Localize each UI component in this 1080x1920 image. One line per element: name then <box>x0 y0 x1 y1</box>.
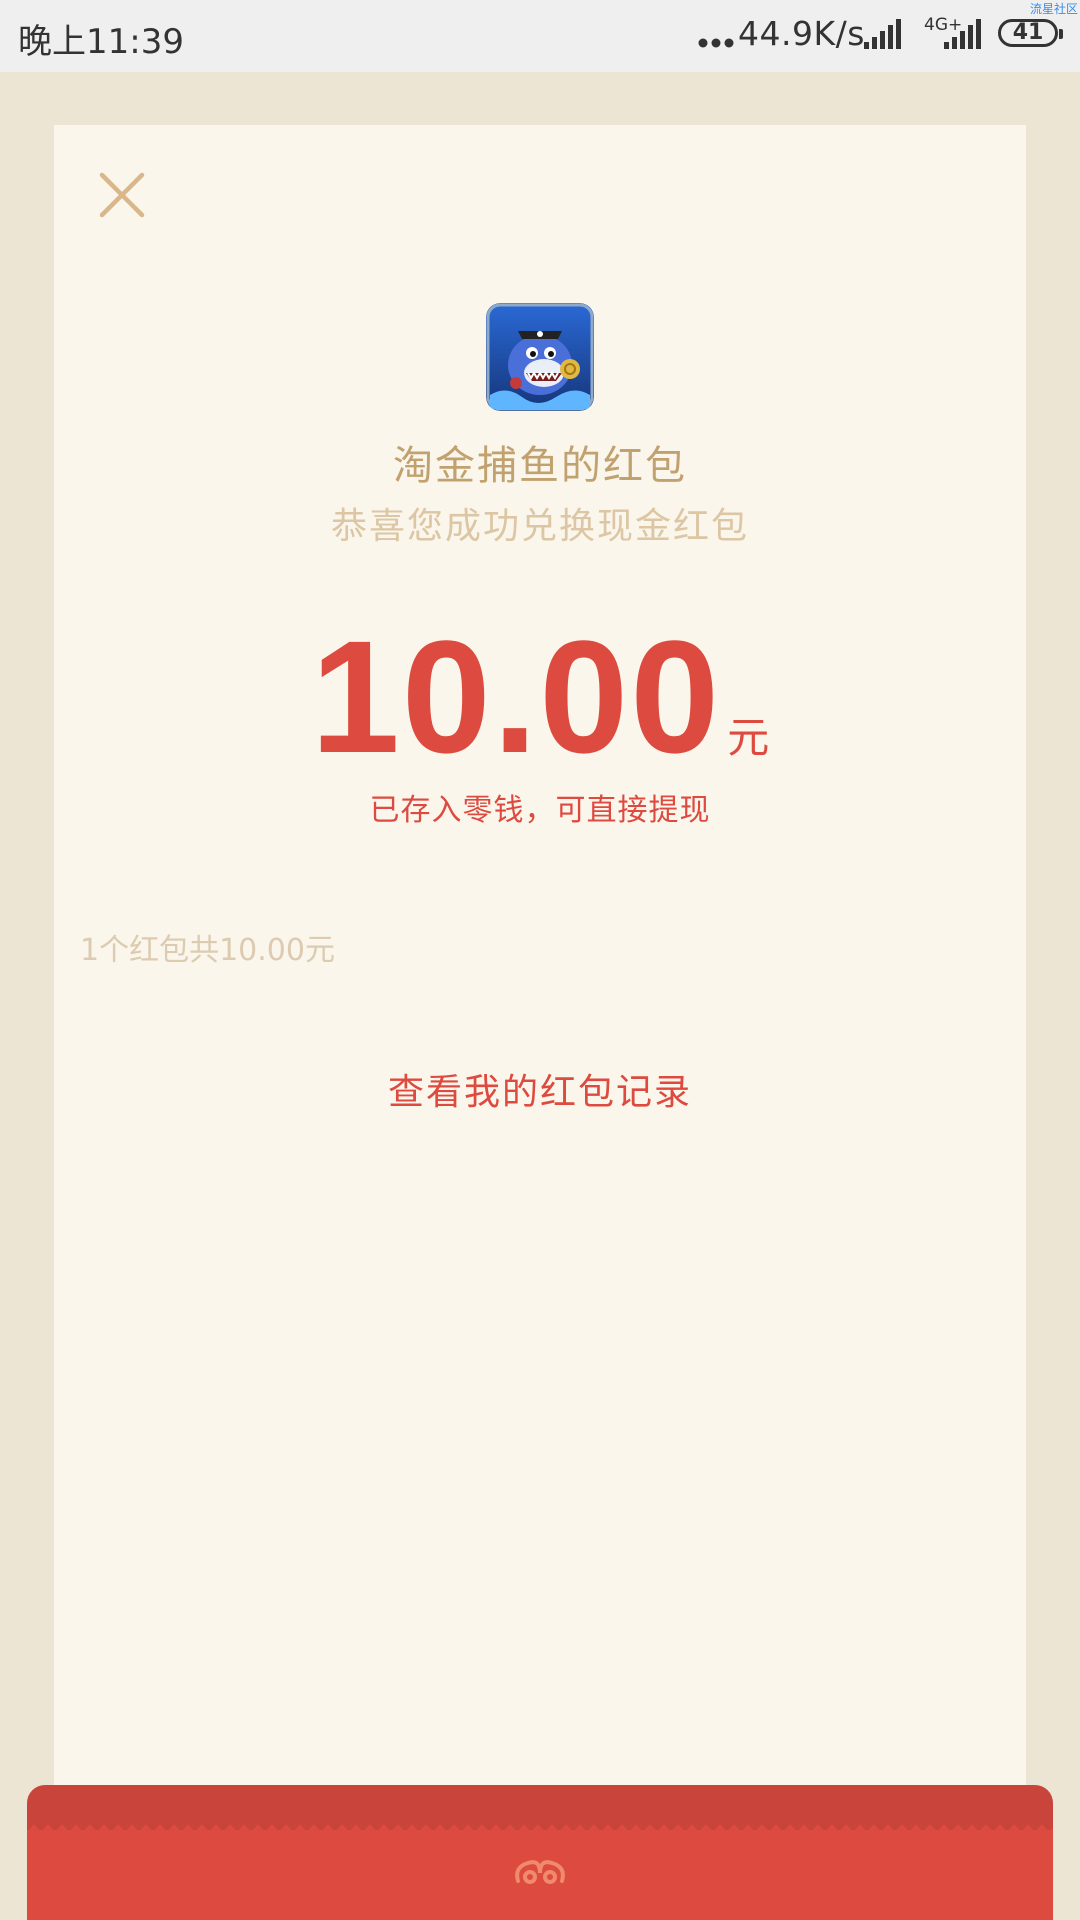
amount-value: 10.00 <box>310 607 722 786</box>
red-packet-card: 淘金捕鱼的红包 恭喜您成功兑换现金红包 10.00 元 已存入零钱，可直接提现 1… <box>54 125 1026 1885</box>
cloud-emblem-icon <box>515 1860 565 1884</box>
watermark: 流星社区 <box>1029 2 1078 16</box>
status-time: 晚上11:39 <box>18 22 184 62</box>
shark-game-icon <box>486 303 594 411</box>
battery-level: 41 <box>1012 20 1044 45</box>
status-bar: 晚上11:39 44.9K/s 4G+ 41 流星社区 <box>0 0 1080 72</box>
signal-icon-2 <box>944 19 981 49</box>
saved-to-wallet-note: 已存入零钱，可直接提现 <box>369 793 711 828</box>
sender-subtitle: 恭喜您成功兑换现金红包 <box>330 506 749 547</box>
more-dots-icon <box>698 38 734 48</box>
signal-icon <box>864 19 901 49</box>
sender-title: 淘金捕鱼的红包 <box>393 443 687 489</box>
battery-icon: 41 <box>998 19 1063 47</box>
packet-summary: 1个红包共10.00元 <box>80 933 335 968</box>
amount-row: 10.00 元 <box>54 605 1026 789</box>
network-speed: 44.9K/s <box>738 14 865 53</box>
view-records-link[interactable]: 查看我的红包记录 <box>54 1063 1026 1115</box>
amount-unit: 元 <box>727 713 770 762</box>
close-icon[interactable] <box>90 163 154 227</box>
